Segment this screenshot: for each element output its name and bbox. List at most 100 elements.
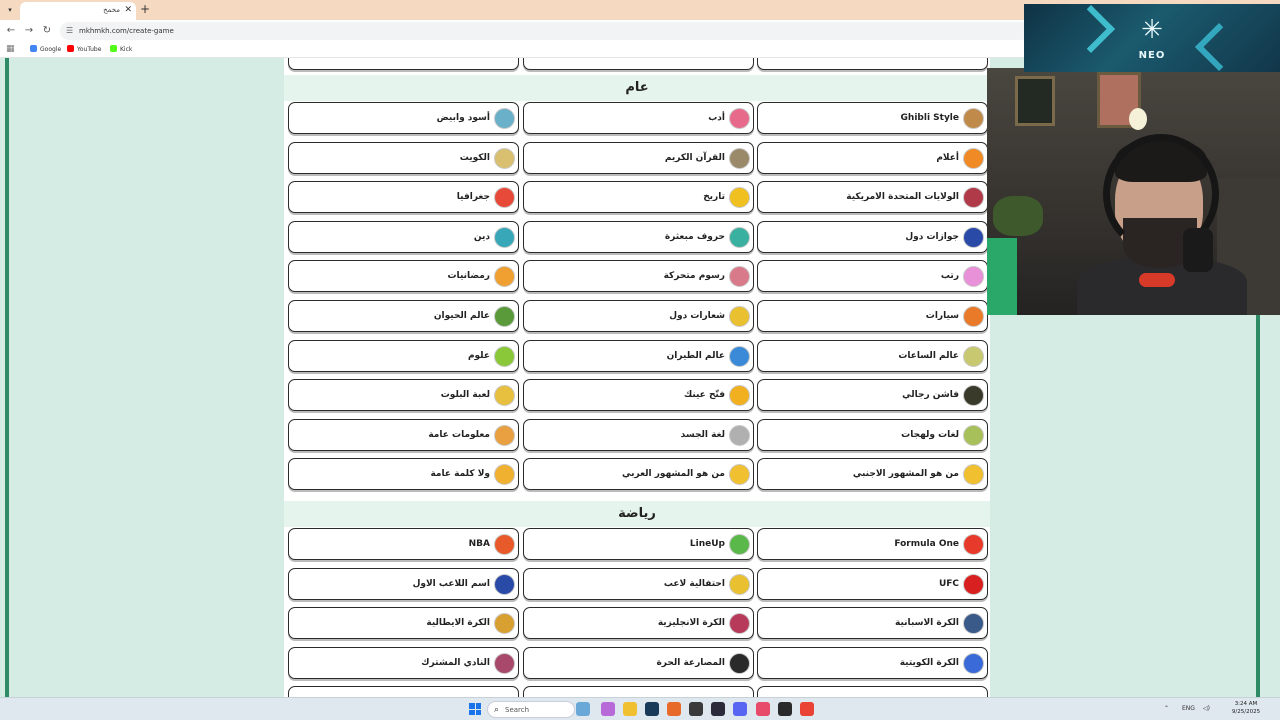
category-card[interactable]: أسود وابيض	[288, 102, 519, 134]
tab-search-dropdown-icon[interactable]: ▾	[2, 3, 18, 17]
category-card[interactable]: الكرة الاسبانية	[757, 607, 988, 640]
copilot-icon[interactable]	[601, 702, 615, 716]
category-card[interactable]: من هو المشهور العربي	[523, 458, 754, 491]
bookmark-kick[interactable]: Kick	[110, 45, 132, 55]
network-icon[interactable]: ⌃	[1164, 703, 1169, 715]
category-label: الكرة الكويتية	[899, 657, 959, 668]
chrome-icon[interactable]	[800, 702, 814, 716]
category-label: المصارعة الحرة	[656, 657, 725, 668]
category-card[interactable]: معلومات عامة	[288, 418, 519, 451]
reload-icon[interactable]: ↻	[40, 23, 54, 39]
category-label: أسود وابيض	[436, 113, 490, 123]
category-label: عالم الحيوان	[433, 311, 490, 321]
taskbar-app-icon[interactable]	[756, 702, 770, 716]
category-label: LineUp	[689, 539, 725, 549]
taskbar-app-icon[interactable]	[576, 702, 590, 716]
category-card[interactable]: النادي المشترك	[288, 646, 519, 679]
terminal-icon[interactable]	[711, 702, 725, 716]
category-card[interactable]: الكرة الايطالية	[288, 607, 519, 640]
category-card[interactable]: رسوم متحركة	[523, 260, 754, 293]
bookmark-google[interactable]: Google	[30, 45, 61, 55]
new-tab-icon[interactable]: +	[140, 1, 150, 17]
taskbar: ⌕ Search ⌃ ENG ◁) 3:24 AM 9/25/2025	[0, 697, 1280, 720]
category-card[interactable]: UFC	[757, 567, 988, 600]
file-explorer-icon[interactable]	[623, 702, 637, 716]
category-card[interactable]: عالم الساعات	[757, 339, 988, 372]
steam-icon[interactable]	[645, 702, 659, 716]
category-card[interactable]: تاريخ	[523, 181, 754, 214]
category-card[interactable]: فاشن رجالي	[757, 379, 988, 412]
category-card[interactable]: فتّح عينك	[523, 379, 754, 412]
category-label: الكرة الايطالية	[426, 618, 490, 629]
taskbar-app-icon[interactable]	[778, 702, 792, 716]
category-card[interactable]	[757, 58, 988, 70]
category-card[interactable]: لعبة البلوت	[288, 379, 519, 412]
category-label: لغات ولهجات	[901, 429, 959, 440]
category-label: عالم الساعات	[898, 350, 959, 361]
open-eyes-icon	[729, 385, 750, 407]
science-icon	[494, 345, 515, 367]
category-card[interactable]: الولايات المتحدة الامريكية	[757, 181, 988, 214]
taskbar-app-icon[interactable]	[689, 702, 703, 716]
animals-icon	[494, 306, 515, 327]
category-card[interactable]: جوازات دول	[757, 220, 988, 253]
category-card[interactable]: المصارعة الحرة	[523, 646, 754, 679]
bookmark-youtube[interactable]: YouTube	[67, 45, 101, 55]
windows-start-icon[interactable]	[469, 703, 481, 715]
section-title: رياضة	[284, 501, 990, 527]
category-card[interactable]: Ghibli Style	[757, 102, 988, 134]
discord-icon[interactable]	[733, 702, 747, 716]
category-card[interactable]: من هو المشهور الاجنبي	[757, 458, 988, 491]
category-card[interactable]: NBA	[288, 528, 519, 560]
category-card[interactable]: ولا كلمة عامة	[288, 458, 519, 491]
category-card[interactable]: لغات ولهجات	[757, 418, 988, 451]
passport-icon	[963, 226, 984, 248]
category-card[interactable]: أدب	[523, 102, 754, 134]
search-label: Search	[505, 706, 530, 714]
category-card[interactable]: اسم اللاعب الاول	[288, 567, 519, 600]
close-tab-icon[interactable]: ✕	[124, 4, 132, 16]
category-card[interactable]: عالم الحيوان	[288, 300, 519, 332]
clock[interactable]: 3:24 AM 9/25/2025	[1228, 700, 1264, 716]
flags-icon	[963, 147, 984, 169]
aviation-icon	[729, 345, 750, 367]
category-card[interactable]: رمضانيات	[288, 260, 519, 293]
firefox-icon[interactable]	[667, 702, 681, 716]
category-card[interactable]: احتفالية لاعب	[523, 567, 754, 600]
wall-frame	[1015, 76, 1055, 126]
kick-icon	[110, 45, 117, 52]
search-icon: ⌕	[494, 705, 500, 715]
speaker-icon[interactable]: ◁)	[1203, 703, 1210, 715]
category-card[interactable]	[288, 58, 519, 70]
mens-fashion-icon	[963, 385, 984, 407]
site-info-icon[interactable]: ☰	[66, 25, 73, 37]
category-label: الكويت	[459, 152, 490, 163]
taskbar-search[interactable]: ⌕ Search	[487, 701, 575, 718]
category-card[interactable]	[523, 58, 754, 70]
category-card[interactable]: الكويت	[288, 141, 519, 174]
language-indicator[interactable]: ENG	[1182, 703, 1195, 715]
category-card[interactable]: رتب	[757, 260, 988, 293]
category-label: أعلام	[936, 152, 959, 163]
ranks-icon	[963, 266, 984, 288]
category-card[interactable]: دين	[288, 220, 519, 253]
category-card[interactable]: علوم	[288, 339, 519, 372]
foreign-celebrity-icon	[963, 464, 984, 486]
forward-icon[interactable]: →	[22, 23, 36, 39]
address-bar[interactable]: ☰ mkhmkh.com/create-game	[60, 22, 1030, 40]
category-card[interactable]: الكرة الكويتية	[757, 646, 988, 679]
category-card[interactable]: LineUp	[523, 528, 754, 560]
category-card[interactable]: شعارات دول	[523, 300, 754, 332]
category-card[interactable]: حروف مبعثرة	[523, 220, 754, 253]
apps-grid-icon[interactable]: ▦	[6, 45, 15, 54]
category-card[interactable]: الكرة الانجليزية	[523, 607, 754, 640]
category-card[interactable]: لغة الجسد	[523, 418, 754, 451]
category-card[interactable]: عالم الطيران	[523, 339, 754, 372]
back-icon[interactable]: ←	[4, 23, 18, 39]
category-card[interactable]: أعلام	[757, 141, 988, 174]
category-card[interactable]: جغرافيا	[288, 181, 519, 214]
browser-tab[interactable]: مخمخ ✕	[20, 2, 136, 20]
category-card[interactable]: سيارات	[757, 300, 988, 332]
category-card[interactable]: القرآن الكريم	[523, 141, 754, 174]
category-card[interactable]: Formula One	[757, 528, 988, 560]
